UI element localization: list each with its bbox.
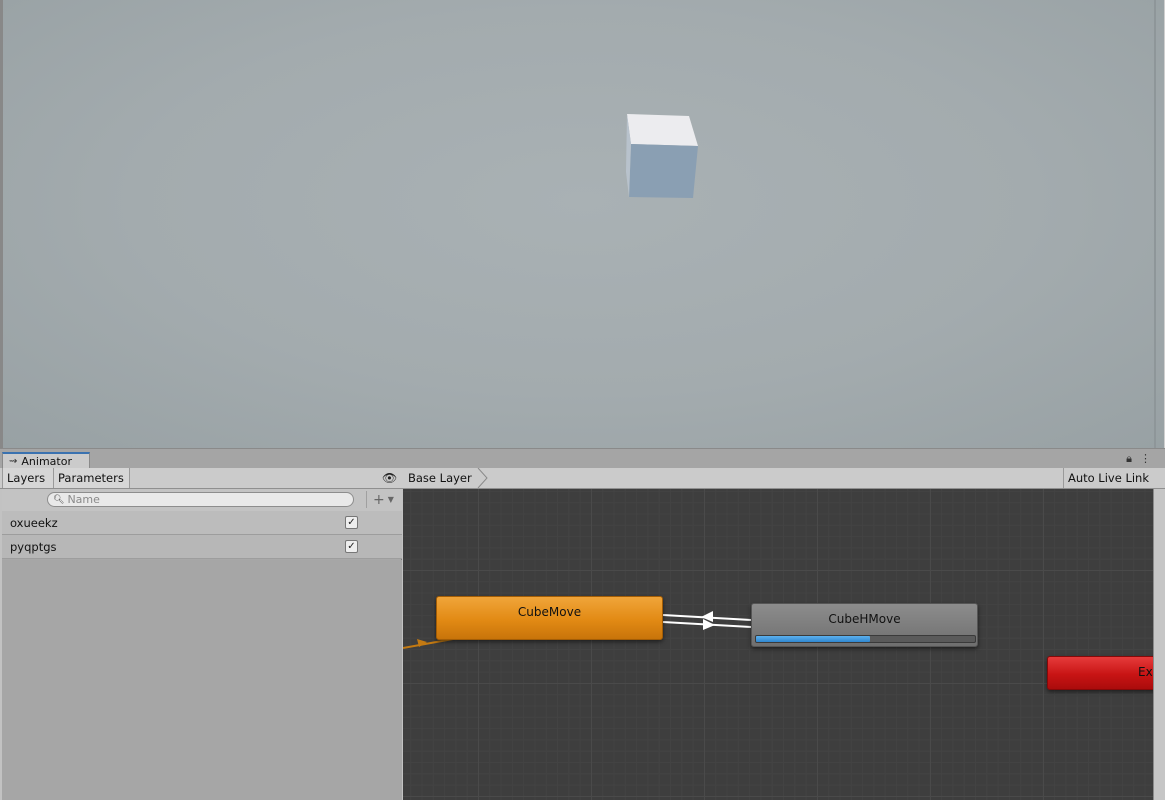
scene-view[interactable] <box>0 0 1165 448</box>
graph-scroll-edge <box>1153 489 1165 800</box>
window-tab-bar: ⇝ Animator 🔒︎ ⋮ <box>0 448 1165 469</box>
state-cube-move[interactable]: CubeMove <box>436 596 663 640</box>
tab-layers-label: Layers <box>7 471 46 485</box>
cube-object[interactable] <box>623 112 703 202</box>
add-parameter-button[interactable]: + ▼ <box>366 491 400 508</box>
animator-window: ⇝ Animator 🔒︎ ⋮ Layers Parameters 👁︎ Bas… <box>0 448 1165 800</box>
tab-layers[interactable]: Layers <box>2 468 54 488</box>
entry-transition <box>403 638 454 649</box>
eye-icon[interactable]: 👁︎ <box>382 471 397 485</box>
search-placeholder: Name <box>67 493 100 506</box>
parameter-row[interactable]: oxueekz ✓ <box>2 511 402 535</box>
arrow-left-icon <box>701 611 713 622</box>
state-cube-hmove[interactable]: CubeHMove <box>751 603 978 647</box>
breadcrumb-arrow-icon <box>477 468 488 488</box>
breadcrumb-label: Base Layer <box>408 471 472 485</box>
parameter-checkbox[interactable]: ✓ <box>345 516 358 529</box>
animator-toolbar: Layers Parameters 👁︎ Base Layer Auto Liv… <box>0 468 1165 489</box>
kebab-menu-icon[interactable]: ⋮ <box>1140 452 1151 466</box>
arrow-right-icon <box>703 619 715 630</box>
search-input[interactable]: 🔍︎ Name <box>47 492 354 507</box>
animator-tab-label: Animator <box>21 455 72 468</box>
parameter-name: pyqptgs <box>10 539 57 554</box>
parameter-row[interactable]: pyqptgs ✓ <box>2 535 402 559</box>
tab-parameters-label: Parameters <box>58 471 124 485</box>
auto-live-link-label: Auto Live Link <box>1067 471 1149 485</box>
lock-icon[interactable]: 🔒︎ <box>1126 452 1132 466</box>
search-icon: 🔍︎ <box>53 494 65 505</box>
scene-edge <box>1154 0 1156 448</box>
state-exit[interactable]: Exit <box>1047 656 1153 690</box>
parameters-panel: 🔍︎ Name + ▼ oxueekz ✓ pyqptgs ✓ <box>2 489 402 800</box>
auto-live-link-button[interactable]: Auto Live Link <box>1062 468 1153 488</box>
parameter-checkbox[interactable]: ✓ <box>345 540 358 553</box>
parameter-name: oxueekz <box>10 515 58 530</box>
state-machine-graph[interactable]: CubeMove CubeHMove Exit <box>403 489 1153 800</box>
breadcrumb[interactable]: Base Layer <box>402 468 478 488</box>
animator-icon: ⇝ <box>9 456 18 467</box>
chevron-down-icon: ▼ <box>387 495 394 504</box>
plus-icon: + <box>373 491 385 508</box>
state-label: CubeMove <box>517 605 582 619</box>
state-label: Exit <box>1138 665 1153 679</box>
parameters-empty-area <box>2 560 402 800</box>
state-progress-bar <box>755 635 976 643</box>
state-progress-fill <box>756 636 870 642</box>
search-row: 🔍︎ Name + ▼ <box>2 489 402 511</box>
animator-tab[interactable]: ⇝ Animator <box>2 452 90 469</box>
tab-parameters[interactable]: Parameters <box>54 468 130 488</box>
window-controls: 🔒︎ ⋮ <box>1126 452 1151 466</box>
